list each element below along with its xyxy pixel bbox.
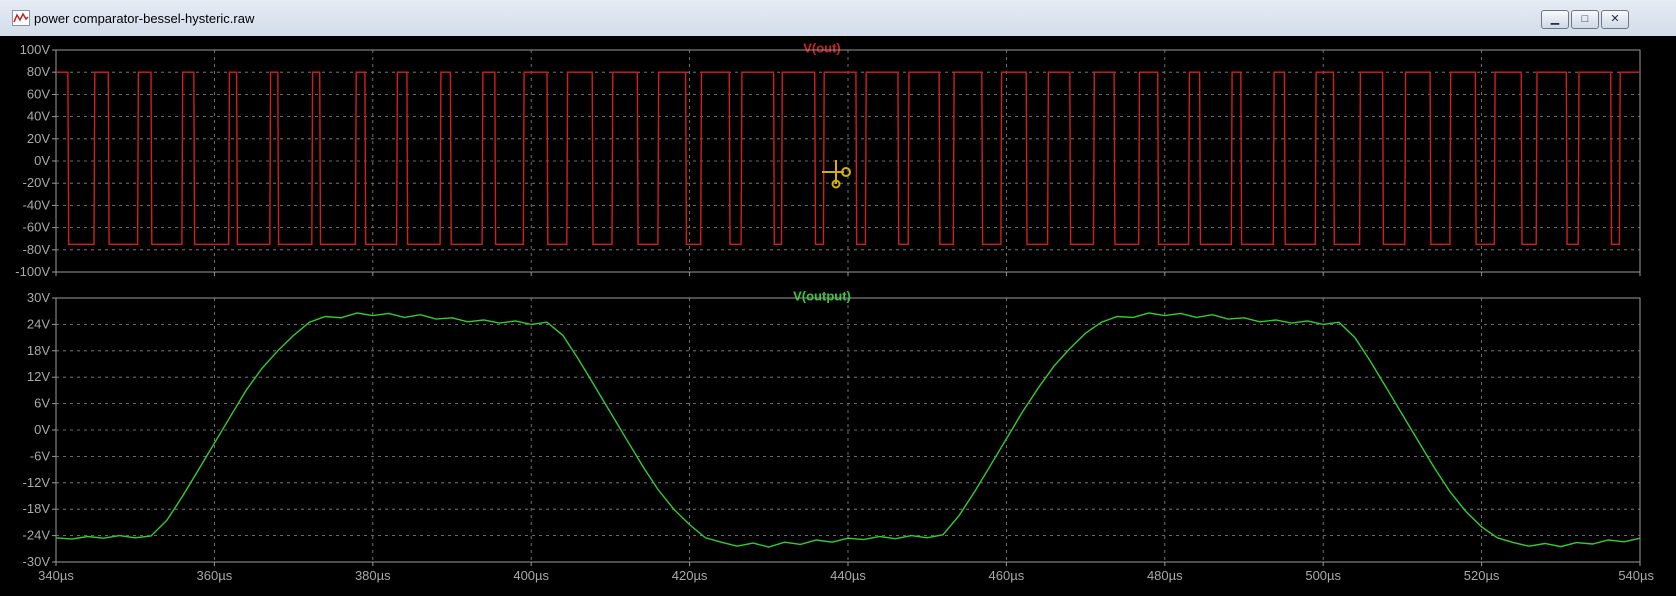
y-tick-labels: 100V 80V 60V 40V 20V 0V -20V -40V -60V -80V -100V [15,42,56,279]
y-tick-label: 0V [34,422,50,437]
y-tick-label: -12V [23,475,51,490]
x-tick-label: 440µs [830,568,866,583]
plot-area[interactable]: V(out) 100V 80V 60V 40V 20V 0V -20V -40V -60V -80… [0,36,1676,596]
waveform-app-icon [12,10,30,26]
window-title: power comparator-bessel-hysteric.raw [34,11,255,26]
y-tick-label: -6V [30,448,51,463]
y-tick-label: 18V [27,343,50,358]
close-button[interactable]: ✕ [1601,10,1629,29]
pane-vout[interactable]: V(out) 100V 80V 60V 40V 20V 0V -20V -40V -60V -80… [15,41,1641,279]
x-tick-label: 540µs [1618,568,1654,583]
x-tick-label: 360µs [197,568,233,583]
y-tick-label: 12V [27,369,50,384]
y-tick-label: 80V [27,64,50,79]
x-tick-label: 460µs [989,568,1025,583]
x-tick-label: 500µs [1305,568,1341,583]
x-tick-label: 340µs [38,568,74,583]
y-tick-label: -60V [23,220,51,235]
y-tick-label: 100V [20,42,51,57]
y-tick-label: -18V [23,501,51,516]
pane-title-voutput: V(output) [793,289,851,304]
x-tick-label: 480µs [1147,568,1183,583]
y-tick-label: -100V [15,264,50,279]
title-bar[interactable]: power comparator-bessel-hysteric.raw ▁ □… [0,0,1676,36]
maximize-button[interactable]: □ [1571,10,1599,29]
y-tick-label: -24V [23,528,51,543]
grid-lines [56,298,1640,562]
y-tick-label: 40V [27,109,50,124]
pane-voutput[interactable]: V(output) 30V 24V 18V 12V 6V 0V -6V -12V -18V -24… [23,289,1655,583]
y-tick-label: -20V [23,175,51,190]
y-tick-label: 24V [27,316,50,331]
y-tick-label: 0V [34,153,50,168]
y-tick-label: 30V [27,290,50,305]
y-tick-label: 20V [27,131,50,146]
pane-title-vout: V(out) [803,41,841,56]
grid-lines [56,50,1640,272]
x-tick-label: 520µs [1464,568,1500,583]
x-tick-labels: 340µs 360µs 380µs 400µs 420µs 440µs 460µs 480µs… [38,562,1654,583]
x-tick-label: 400µs [513,568,549,583]
x-tick-label: 420µs [672,568,708,583]
y-tick-label: 60V [27,86,50,101]
y-tick-label: -80V [23,242,51,257]
x-tick-label: 380µs [355,568,391,583]
x-tick-labels [55,272,1641,276]
plot-canvas[interactable]: V(out) 100V 80V 60V 40V 20V 0V -20V -40V -60V -80… [0,36,1676,596]
y-tick-label: -30V [23,554,51,569]
minimize-button[interactable]: ▁ [1541,10,1569,29]
y-tick-label: 6V [34,396,50,411]
y-tick-label: -40V [23,197,51,212]
waveform-window: power comparator-bessel-hysteric.raw ▁ □… [0,0,1676,596]
y-tick-labels: 30V 24V 18V 12V 6V 0V -6V -12V -18V -24V -30V [23,290,56,569]
